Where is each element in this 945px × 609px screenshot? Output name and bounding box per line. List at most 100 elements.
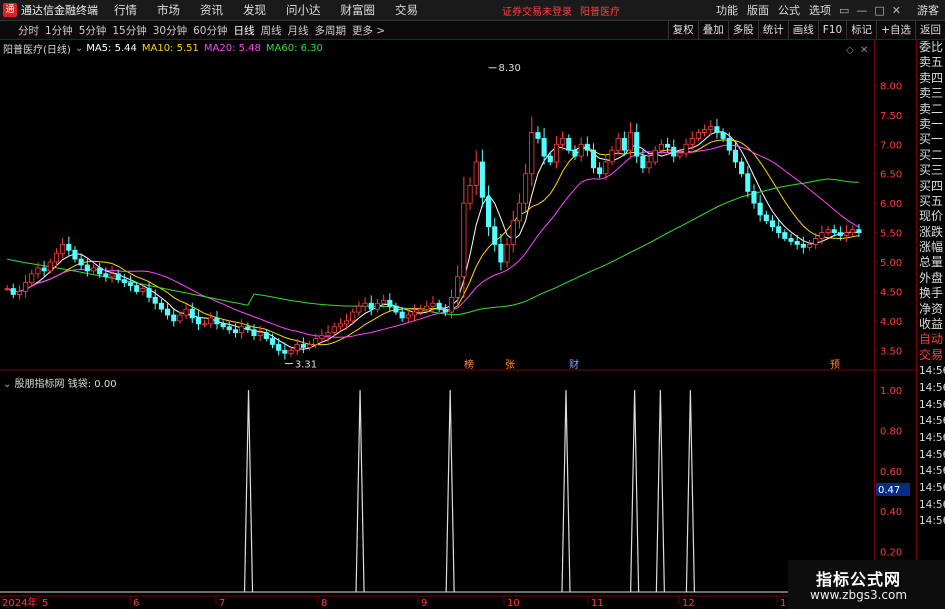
candle-down	[134, 285, 140, 292]
minimize-icon[interactable]: —	[856, 4, 867, 17]
multi-stock-button[interactable]: 多股	[727, 21, 758, 39]
login-warning[interactable]: 证券交易未登录	[502, 3, 572, 18]
candle-up	[381, 299, 387, 304]
draw-line-button[interactable]: 画线	[787, 21, 818, 39]
menu-functions[interactable]: 功能	[716, 2, 738, 18]
period-monthly[interactable]: 月线	[288, 23, 309, 38]
adjust-button[interactable]: 复权	[667, 21, 698, 39]
date-axis-label: 2024年	[2, 596, 37, 609]
candle-down	[739, 161, 745, 175]
candle-down	[393, 305, 399, 313]
close-icon[interactable]: ✕	[892, 4, 901, 17]
candle-down	[189, 308, 195, 319]
candle-down	[442, 308, 448, 313]
menu-quotes[interactable]: 行情	[114, 2, 137, 18]
menu-discover[interactable]: 发现	[243, 2, 266, 18]
candle-down	[78, 258, 84, 266]
mark-button[interactable]: 标记	[846, 21, 876, 39]
candle-up	[448, 296, 455, 313]
candle-up	[424, 305, 430, 310]
tick-time: 14:56	[919, 365, 945, 378]
guest-user[interactable]: 游客	[917, 2, 939, 18]
price-axis-label: 4.00	[880, 317, 902, 328]
candle-up	[306, 344, 313, 348]
event-marker[interactable]: 张	[505, 359, 515, 371]
candle-down	[782, 232, 788, 239]
period-5min[interactable]: 5分钟	[79, 23, 107, 38]
period-15min[interactable]: 15分钟	[112, 23, 146, 38]
candle-down	[732, 149, 739, 163]
candle-up	[813, 238, 819, 245]
period-more[interactable]: 更多 >	[352, 23, 385, 38]
candle-down	[84, 264, 90, 272]
add-watchlist-button[interactable]: +自选	[876, 21, 915, 39]
current-value-badge: 0.47	[878, 485, 900, 496]
candle-up	[374, 302, 381, 310]
period-multi[interactable]: 多周期	[315, 23, 347, 38]
candle-up	[319, 335, 325, 339]
diamond-icon[interactable]: ◇	[846, 45, 854, 56]
price-axis-label: 3.50	[880, 346, 902, 357]
quote-field-label: 卖三	[919, 86, 944, 101]
period-1min[interactable]: 1分钟	[45, 23, 73, 38]
menu-wealth-circle[interactable]: 财富圈	[341, 2, 376, 18]
indicator-spike	[630, 390, 640, 593]
menu-market[interactable]: 市场	[157, 2, 180, 18]
close-panel-icon[interactable]: ✕	[860, 45, 868, 56]
period-toolbar: 分时 1分钟 5分钟 15分钟 30分钟 60分钟 日线 周线 月线 多周期 更…	[0, 21, 945, 40]
period-weekly[interactable]: 周线	[261, 23, 282, 38]
auto-trade-label[interactable]: 自动	[917, 332, 945, 347]
period-daily[interactable]: 日线	[234, 23, 255, 38]
indicator-spike	[655, 390, 665, 593]
restore-layout-icon[interactable]: ▭	[839, 4, 849, 17]
candle-down	[665, 143, 671, 148]
menu-trade[interactable]: 交易	[395, 2, 418, 18]
candle-up	[177, 314, 183, 322]
kline-chart[interactable]: 8.00 7.50 7.00 6.50 6.00 5.50 5.00 4.50 4.00 3.50…	[0, 40, 916, 609]
period-intraday[interactable]: 分时	[18, 23, 39, 38]
candle-up	[430, 302, 436, 307]
app-title: 通达信金融终端	[21, 4, 98, 17]
maximize-icon[interactable]: □	[874, 4, 884, 17]
statistics-button[interactable]: 统计	[757, 21, 788, 39]
chart-frame	[0, 40, 916, 597]
event-marker[interactable]: 预	[830, 359, 840, 371]
candle-down	[300, 344, 306, 348]
menu-formula[interactable]: 公式	[778, 2, 800, 18]
indicator-axis: 1.00 0.80 0.60 0.40 0.20	[880, 386, 902, 559]
candle-up	[140, 288, 146, 292]
event-marker[interactable]: 榜	[464, 358, 474, 371]
quote-field-label: 买三	[919, 163, 944, 178]
candle-up	[461, 202, 467, 278]
candle-up	[109, 273, 115, 278]
candle-down	[831, 229, 837, 234]
quote-field-label: 卖二	[919, 101, 944, 116]
indicator-name: 股朋指标网 钱袋: 0.00	[14, 379, 117, 390]
f10-button[interactable]: F10	[817, 21, 846, 39]
overlay-button[interactable]: 叠加	[697, 21, 728, 39]
back-button[interactable]: 返回	[915, 21, 945, 39]
ma60-value: MA60: 6.30	[265, 42, 323, 54]
date-axis-label: 1	[780, 598, 786, 609]
menu-layout[interactable]: 版面	[747, 2, 769, 18]
menu-ask-xiaoda[interactable]: 问小达	[286, 2, 321, 18]
candle-down	[584, 143, 590, 151]
candle-up	[325, 332, 331, 337]
candle-down	[547, 155, 553, 163]
low-price-label: 3.31	[295, 360, 317, 371]
menu-options[interactable]: 选项	[809, 2, 831, 18]
event-marker[interactable]: 财	[569, 358, 579, 371]
candle-down	[498, 243, 504, 263]
tick-time: 14:56	[919, 465, 945, 478]
indicator-axis-label: 0.80	[880, 426, 902, 437]
candle-down	[146, 288, 152, 298]
candle-down	[837, 232, 843, 236]
period-30min[interactable]: 30分钟	[153, 23, 187, 38]
dropdown-icon[interactable]: ⌄	[75, 43, 83, 54]
dropdown-icon[interactable]: ⌄	[3, 379, 15, 390]
trade-label[interactable]: 交易	[917, 348, 945, 363]
indicator-spike	[243, 390, 254, 593]
period-60min[interactable]: 60分钟	[193, 23, 227, 38]
date-axis-label: 12	[682, 598, 695, 609]
menu-news[interactable]: 资讯	[200, 2, 223, 18]
